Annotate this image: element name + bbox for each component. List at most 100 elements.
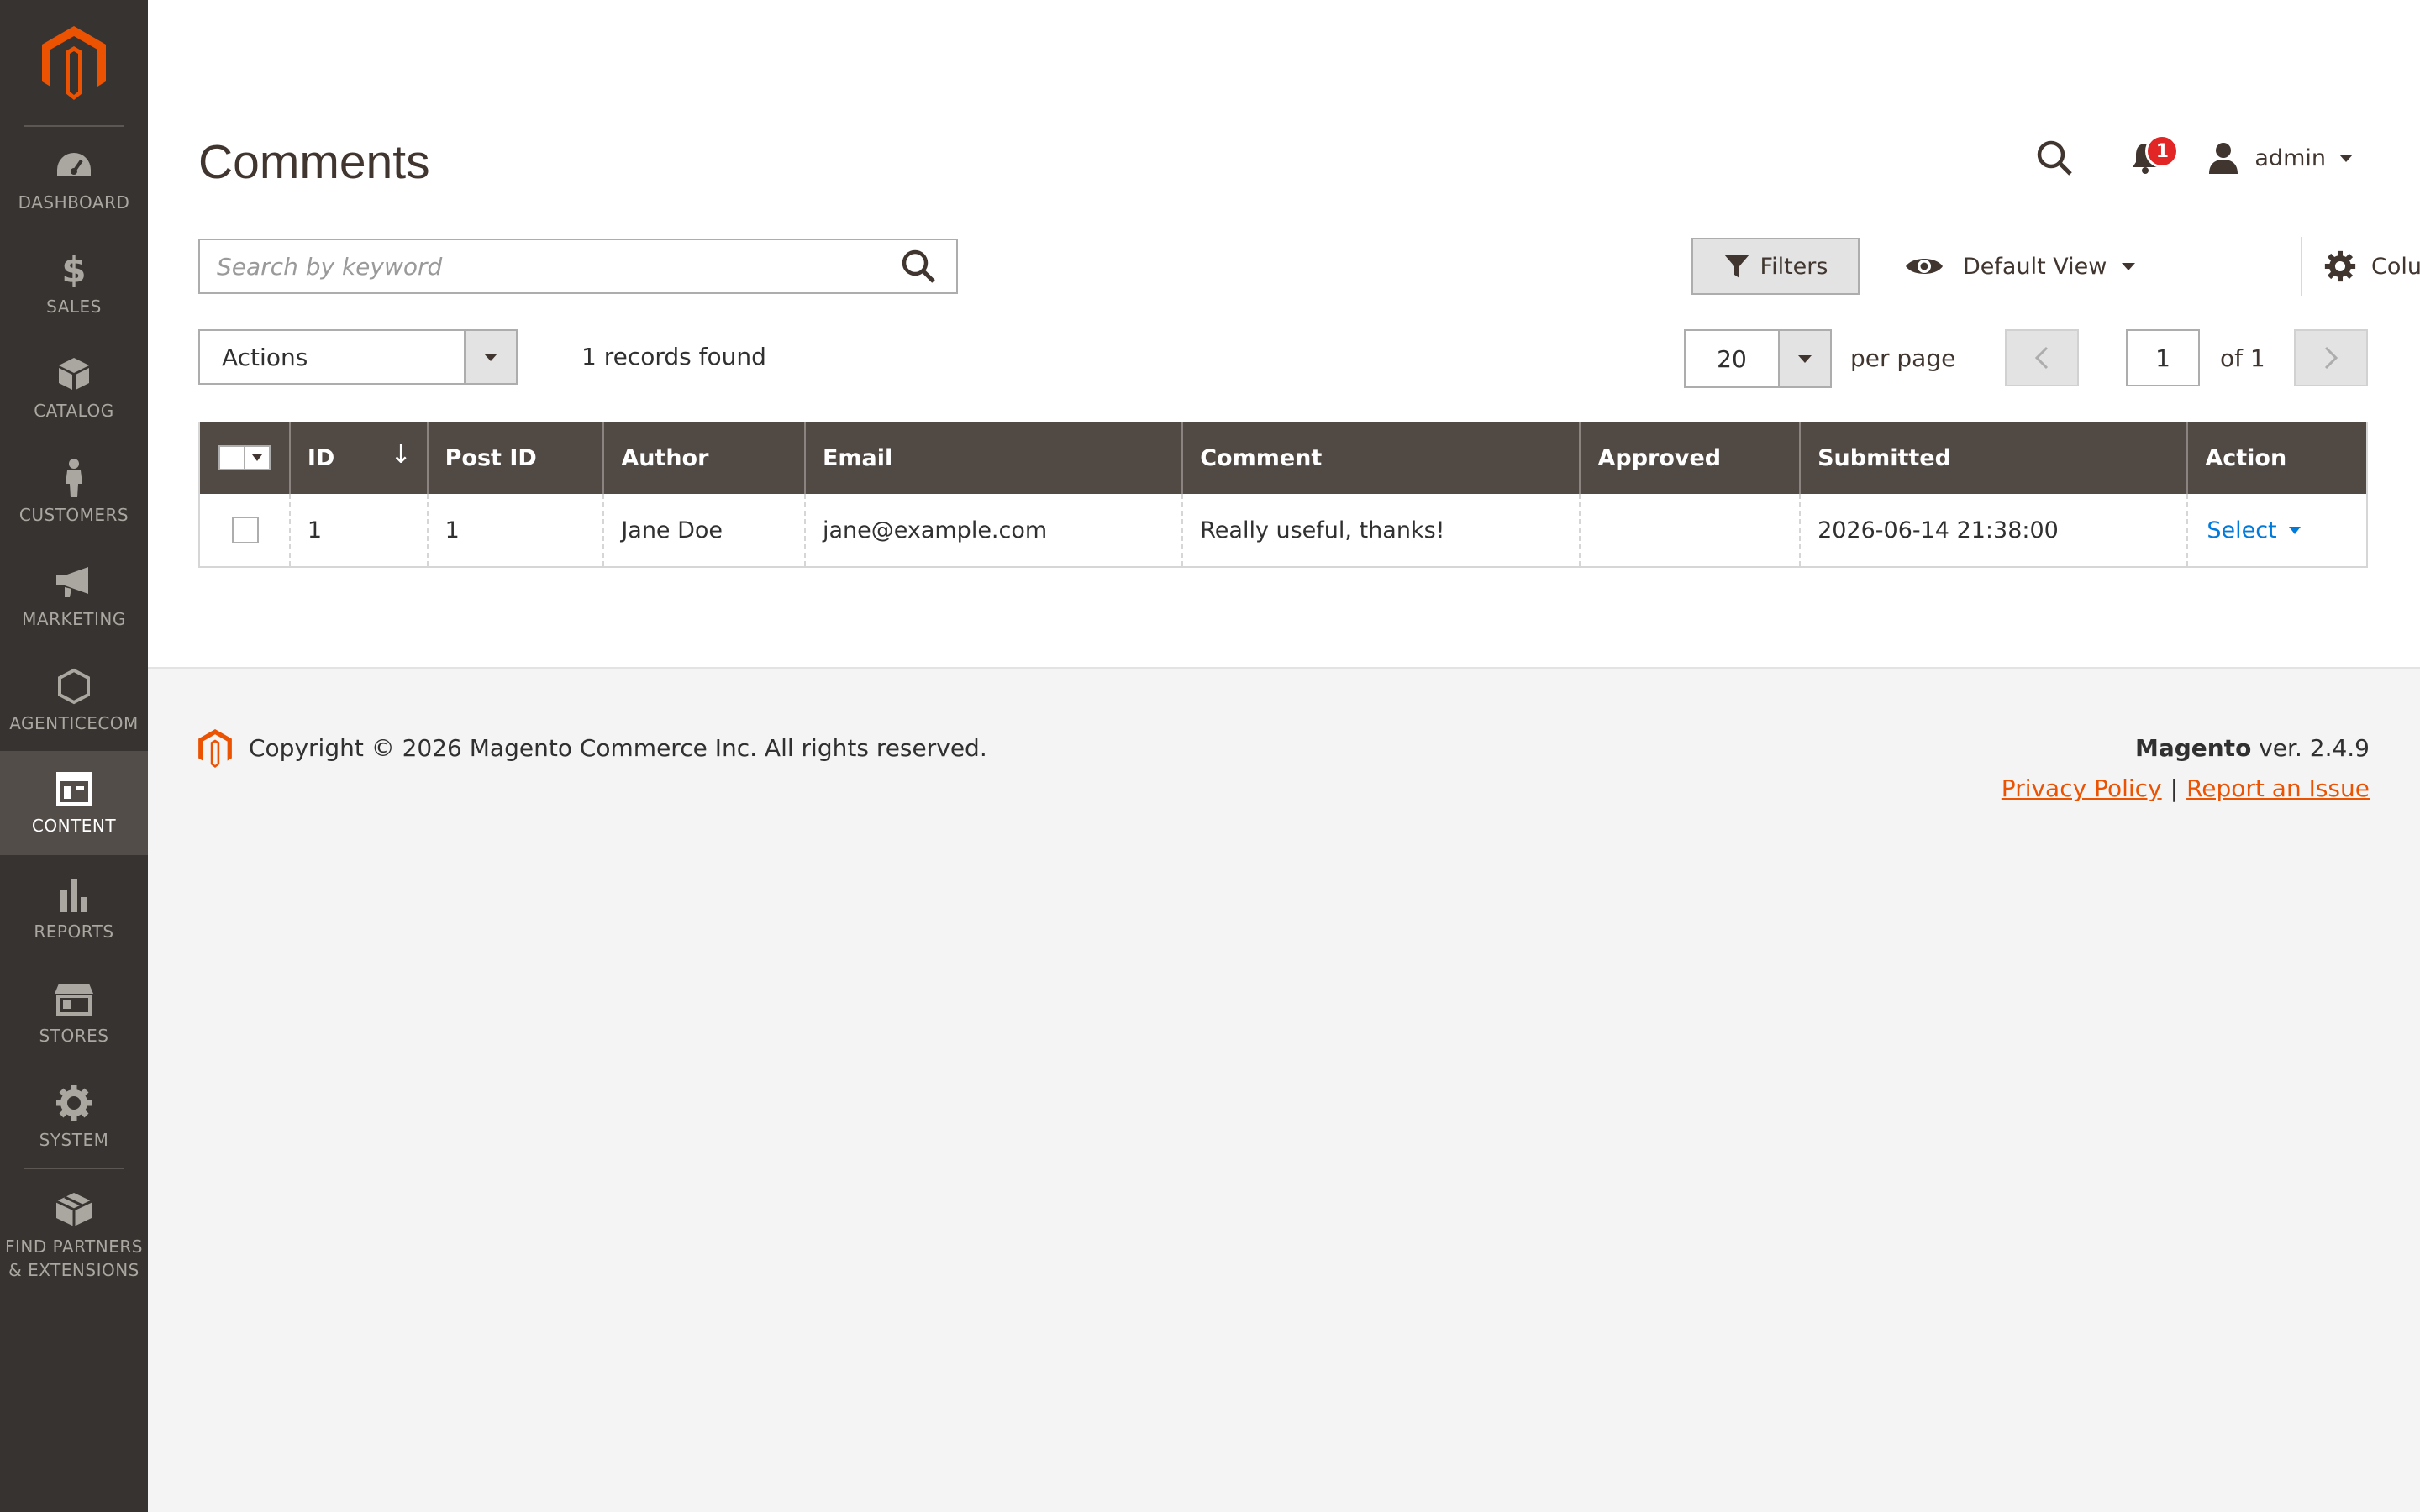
sidebar-item-label-line1: FIND PARTNERS (5, 1236, 143, 1257)
sidebar-item-stores[interactable]: STORES (0, 961, 148, 1065)
view-switcher[interactable]: Default View (1904, 238, 2136, 295)
gear-icon (54, 1083, 94, 1123)
grid-header: ID ↓ Post ID Author Email Comment Approv… (200, 422, 2366, 494)
column-header-label: Email (822, 444, 893, 471)
previous-page-button[interactable] (2005, 329, 2079, 386)
report-issue-link[interactable]: Report an Issue (2186, 774, 2370, 802)
cell-author: Jane Doe (602, 494, 804, 566)
sidebar-item-sales[interactable]: $ SALES (0, 232, 148, 336)
per-page-toggle[interactable] (1778, 331, 1830, 386)
sidebar-item-label-line2: & EXTENSIONS (8, 1260, 139, 1280)
per-page-label: per page (1850, 344, 1956, 372)
sidebar-item-catalog[interactable]: CATALOG (0, 336, 148, 440)
sidebar-item-label: CONTENT (31, 816, 117, 836)
column-header-label: Author (621, 444, 709, 471)
column-header-post-id[interactable]: Post ID (426, 422, 603, 494)
footer-magento-logo-icon (198, 729, 232, 771)
magento-logo[interactable] (0, 0, 148, 126)
column-header-submitted[interactable]: Submitted (1799, 422, 2186, 494)
column-header-label: Submitted (1818, 444, 1951, 471)
actions-label: Actions (222, 343, 308, 371)
mass-select-box[interactable] (220, 447, 245, 469)
column-header-approved[interactable]: Approved (1579, 422, 1799, 494)
chevron-down-icon (252, 454, 262, 461)
user-menu[interactable]: admin (2207, 142, 2353, 174)
boxes-icon (54, 1189, 94, 1230)
table-row[interactable]: 1 1 Jane Doe jane@example.com Really use… (200, 494, 2366, 566)
per-page-select[interactable]: 20 (1684, 329, 1832, 388)
cube-icon (54, 354, 94, 394)
column-header-label: Approved (1597, 444, 1722, 471)
filters-button[interactable]: Filters (1691, 238, 1860, 295)
sort-arrow-icon: ↓ (390, 440, 412, 470)
user-icon (2209, 143, 2238, 174)
sidebar-item-agenticecom[interactable]: AGENTICECOM (0, 648, 148, 753)
gear-icon (2324, 250, 2356, 282)
funnel-icon (1723, 255, 1749, 278)
columns-label: Columns (2371, 253, 2420, 280)
footer-link-separator: | (2170, 774, 2179, 802)
chevron-down-icon (2288, 526, 2301, 534)
sidebar-item-dashboard[interactable]: DASHBOARD (0, 128, 148, 232)
column-header-label: Action (2205, 444, 2287, 471)
column-header-author[interactable]: Author (602, 422, 804, 494)
sidebar-item-label: DASHBOARD (18, 192, 130, 213)
search-button[interactable] (881, 240, 956, 292)
row-checkbox[interactable] (232, 517, 259, 543)
notifications-bell[interactable]: 1 (2125, 134, 2180, 178)
cell-action: Select (2186, 494, 2366, 566)
sidebar-item-system[interactable]: SYSTEM (0, 1065, 148, 1169)
sidebar-item-reports[interactable]: REPORTS (0, 857, 148, 961)
chevron-left-icon (2034, 346, 2049, 370)
per-page-value: 20 (1717, 344, 1747, 373)
chevron-down-icon (2339, 154, 2353, 162)
page-content: Comments 1 admin Filters Default View (148, 0, 2420, 669)
chevron-down-icon (2122, 262, 2136, 270)
total-pages: of 1 (2220, 344, 2265, 372)
row-action-label: Select (2207, 517, 2277, 543)
row-action-select[interactable]: Select (2207, 517, 2301, 543)
chevron-right-icon (2324, 346, 2338, 370)
sidebar-divider (24, 1168, 124, 1169)
privacy-policy-link[interactable]: Privacy Policy (2002, 774, 2162, 802)
dollar-icon: $ (61, 249, 87, 291)
mass-select-toggle[interactable] (245, 454, 269, 461)
mass-actions-dropdown[interactable]: Actions (198, 329, 518, 385)
sidebar-item-label: CUSTOMERS (18, 505, 129, 525)
keyword-search (198, 239, 958, 294)
mass-select-checkbox[interactable] (218, 445, 271, 470)
person-icon (54, 458, 94, 498)
notification-count-badge: 1 (2145, 134, 2180, 168)
footer-copyright: Copyright © 2026 Magento Commerce Inc. A… (249, 734, 987, 762)
cell-submitted: 2026-06-14 21:38:00 (1799, 494, 2186, 566)
sidebar-item-find-partners[interactable]: FIND PARTNERS & EXTENSIONS (0, 1173, 148, 1299)
search-input[interactable] (200, 241, 881, 291)
page-number-input[interactable]: 1 (2126, 329, 2200, 386)
column-header-comment[interactable]: Comment (1181, 422, 1579, 494)
megaphone-icon (54, 562, 94, 602)
sidebar-item-marketing[interactable]: MARKETING (0, 544, 148, 648)
filters-label: Filters (1760, 253, 1828, 280)
columns-control[interactable]: Columns (2324, 238, 2420, 295)
column-header-email[interactable]: Email (803, 422, 1181, 494)
cell-id: 1 (288, 494, 427, 566)
sidebar-item-content[interactable]: CONTENT (0, 751, 148, 855)
comments-grid: ID ↓ Post ID Author Email Comment Approv… (198, 422, 2368, 568)
actions-toggle[interactable] (464, 331, 516, 383)
sidebar-item-customers[interactable]: CUSTOMERS (0, 440, 148, 544)
footer-links: Privacy Policy | Report an Issue (2002, 774, 2370, 802)
next-page-button[interactable] (2294, 329, 2368, 386)
cell-approved (1579, 494, 1799, 566)
column-header-label: Post ID (445, 444, 537, 471)
user-name: admin (2254, 144, 2326, 171)
cell-comment: Really useful, thanks! (1181, 494, 1579, 566)
column-header-action: Action (2186, 422, 2366, 494)
column-header-label: ID (307, 444, 335, 471)
sidebar-item-label: SALES (46, 297, 102, 317)
hexagon-icon (54, 666, 94, 706)
cell-email: jane@example.com (803, 494, 1181, 566)
magento-logo-icon (42, 26, 106, 100)
column-header-id[interactable]: ID ↓ (288, 422, 427, 494)
global-search-icon[interactable] (2034, 138, 2075, 178)
eye-icon (1906, 259, 1943, 274)
